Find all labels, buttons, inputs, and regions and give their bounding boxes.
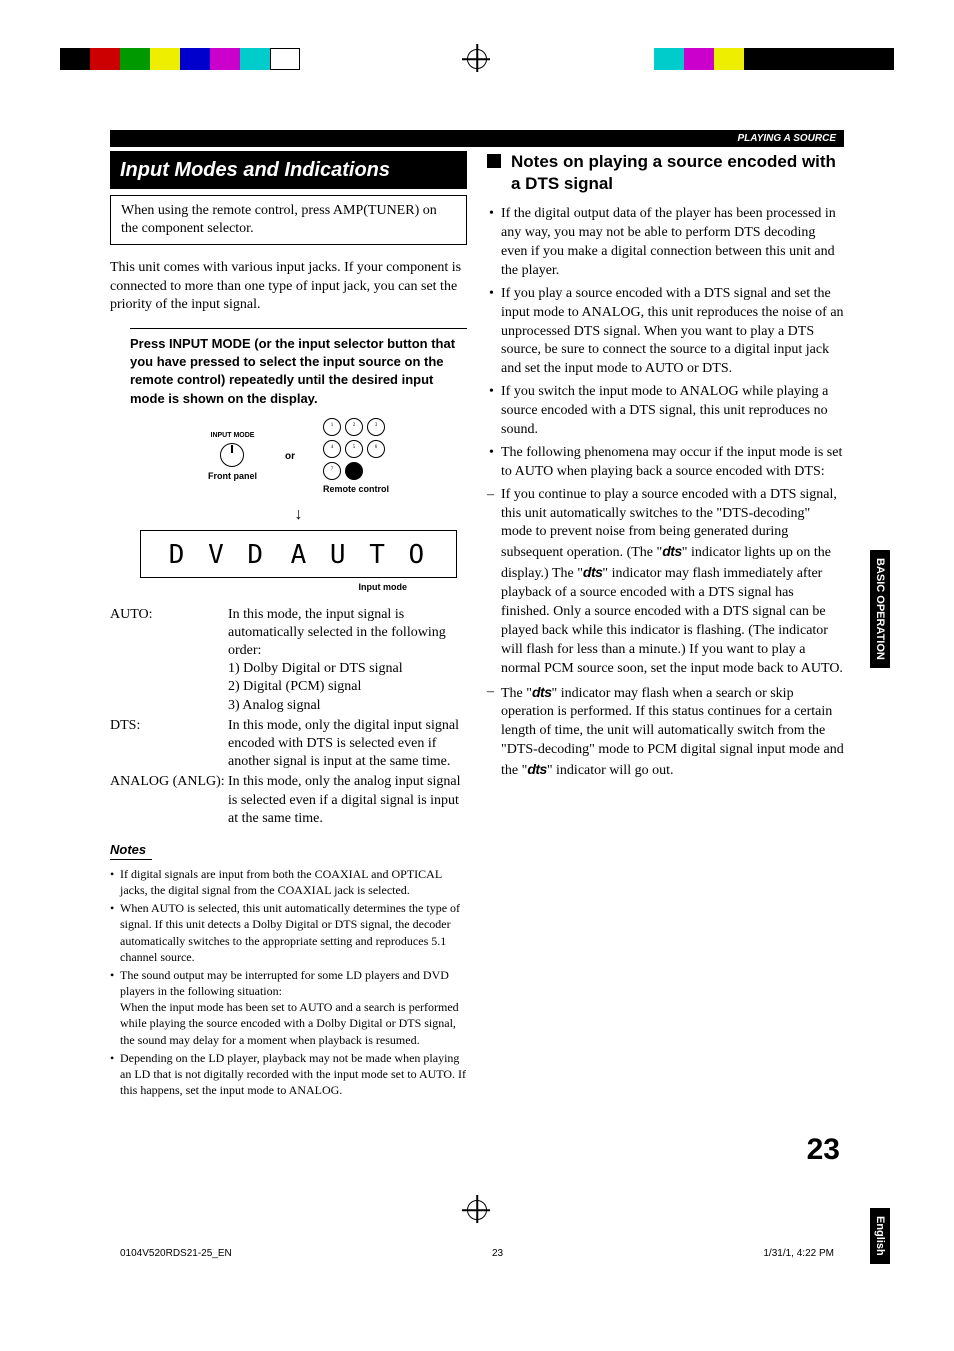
display-panel: D V D A U T O xyxy=(140,530,457,578)
mode-auto-desc: In this mode, the input signal is automa… xyxy=(228,607,446,658)
intro-text: This unit comes with various input jacks… xyxy=(110,259,467,314)
list-item: The following phenomena may occur if the… xyxy=(487,444,844,482)
registration-mark-icon xyxy=(467,1200,487,1220)
knob-icon xyxy=(220,443,244,467)
mode-analog-label: ANALOG (ANLG): xyxy=(110,773,228,828)
footer-page: 23 xyxy=(492,1247,503,1260)
display-mode: A U T O xyxy=(291,539,429,573)
mode-dts-desc: In this mode, only the digital input sig… xyxy=(228,717,467,772)
page-number: 23 xyxy=(110,1130,844,1169)
footer-date: 1/31/1, 4:22 PM xyxy=(763,1247,834,1260)
remote-control-label: Remote control xyxy=(323,484,389,496)
input-mode-caption: Input mode xyxy=(130,582,407,594)
right-bullet-list: If the digital output data of the player… xyxy=(487,205,844,481)
right-column: Notes on playing a source encoded with a… xyxy=(487,151,844,1100)
dts-logo-icon: dts xyxy=(662,543,682,559)
dts-logo-icon: dts xyxy=(583,564,603,580)
right-dash-list: If you continue to play a source encoded… xyxy=(487,486,844,781)
left-column: Input Modes and Indications When using t… xyxy=(110,151,467,1100)
display-source: D V D xyxy=(169,539,267,573)
header-breadcrumb: PLAYING A SOURCE xyxy=(110,130,844,147)
footer-file: 0104V520RDS21-25_EN xyxy=(120,1247,232,1260)
control-diagram: INPUT MODE Front panel or 123 456 7 Remo… xyxy=(130,418,467,496)
note-item: If digital signals are input from both t… xyxy=(110,866,467,898)
instruction-text: Press INPUT MODE (or the input selector … xyxy=(130,335,467,408)
square-bullet-icon xyxy=(487,154,501,168)
dts-logo-icon: dts xyxy=(532,684,552,700)
footer-info: 0104V520RDS21-25_EN 23 1/31/1, 4:22 PM xyxy=(0,1247,954,1260)
mode-analog-desc: In this mode, only the analog input sign… xyxy=(228,773,467,828)
note-item: When AUTO is selected, this unit automat… xyxy=(110,900,467,965)
dts-logo-icon: dts xyxy=(527,761,547,777)
section-title: Input Modes and Indications xyxy=(110,151,467,189)
right-heading: Notes on playing a source encoded with a… xyxy=(487,151,844,195)
mode-definitions: AUTO: In this mode, the input signal is … xyxy=(110,606,467,828)
list-item: If you switch the input mode to ANALOG w… xyxy=(487,383,844,440)
note-item: The sound output may be interrupted for … xyxy=(110,967,467,1048)
instruction-block: Press INPUT MODE (or the input selector … xyxy=(130,328,467,594)
list-item: If you continue to play a source encoded… xyxy=(487,486,844,679)
list-item: If you play a source encoded with a DTS … xyxy=(487,285,844,379)
mode-auto-label: AUTO: xyxy=(110,606,228,715)
print-registration-bottom xyxy=(0,1200,954,1220)
remote-note-box: When using the remote control, press AMP… xyxy=(110,195,467,245)
knob-label: INPUT MODE xyxy=(208,431,257,440)
remote-buttons-icon: 123 456 7 xyxy=(323,418,389,480)
list-item: If the digital output data of the player… xyxy=(487,205,844,281)
note-item: Depending on the LD player, playback may… xyxy=(110,1050,467,1099)
or-label: or xyxy=(285,450,295,463)
front-panel-label: Front panel xyxy=(208,471,257,483)
notes-heading: Notes xyxy=(110,842,152,860)
arrow-down-icon: ↓ xyxy=(130,505,467,526)
notes-list: If digital signals are input from both t… xyxy=(110,866,467,1099)
list-item: The "dts" indicator may flash when a sea… xyxy=(487,683,844,781)
mode-dts-label: DTS: xyxy=(110,717,228,772)
